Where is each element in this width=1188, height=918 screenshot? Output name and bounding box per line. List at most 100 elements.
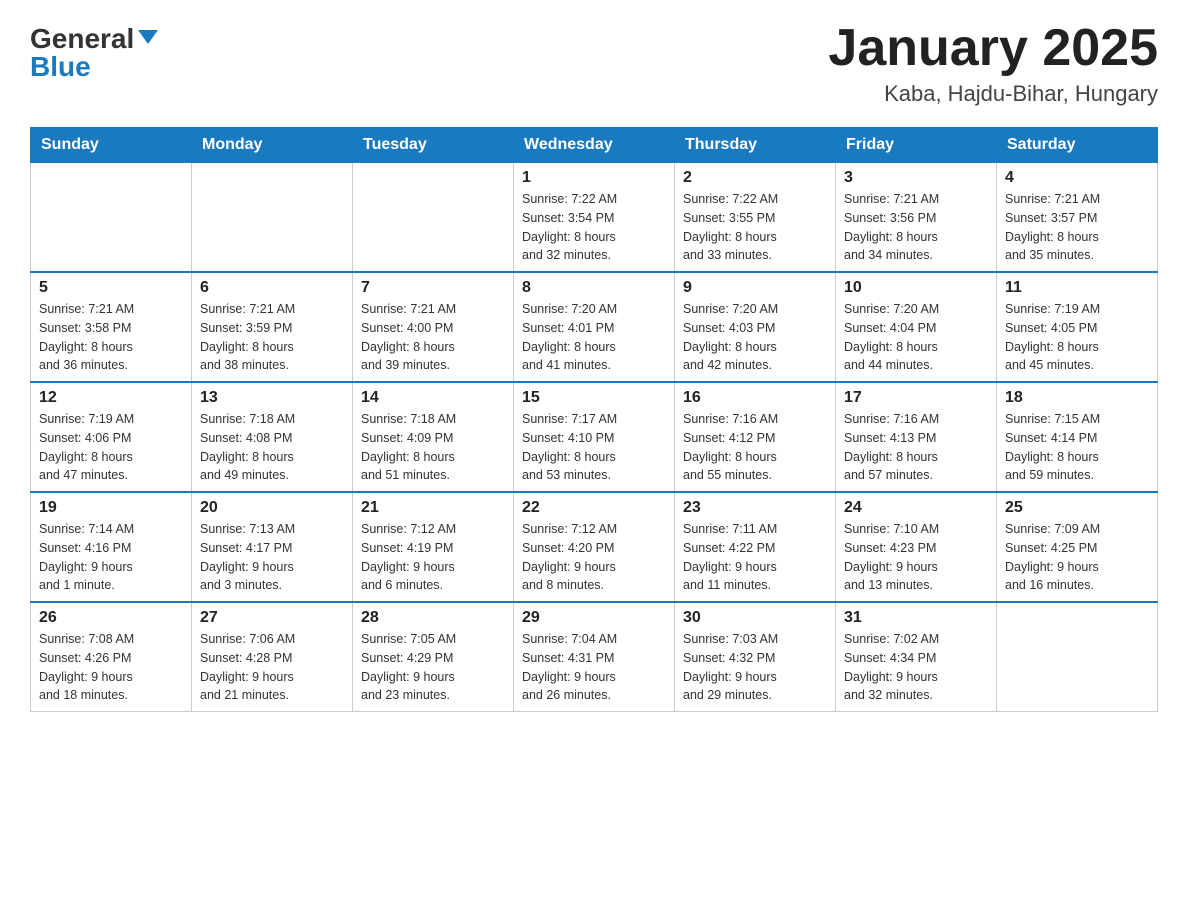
weekday-header-sunday: Sunday: [31, 128, 192, 163]
day-number: 24: [844, 499, 988, 517]
day-info: Sunrise: 7:05 AM Sunset: 4:29 PM Dayligh…: [361, 630, 505, 705]
day-cell-30: 30Sunrise: 7:03 AM Sunset: 4:32 PM Dayli…: [675, 602, 836, 712]
week-row-4: 19Sunrise: 7:14 AM Sunset: 4:16 PM Dayli…: [31, 492, 1158, 602]
day-cell-9: 9 Sunrise: 7:20 AM Sunset: 4:03 PM Daylig…: [675, 272, 836, 382]
day-number: 14: [361, 389, 505, 407]
day-number: 27: [200, 609, 344, 627]
day-info: Sunrise: 7:21 AM Sunset: 3:56 PM Dayligh…: [844, 190, 988, 265]
day-info: Sunrise: 7:10 AM Sunset: 4:23 PM Dayligh…: [844, 520, 988, 595]
day-info: Sunrise: 7:06 AM Sunset: 4:28 PM Dayligh…: [200, 630, 344, 705]
day-cell-31: 31 Sunrise: 7:02 AM Sunset: 4:34 PM Dayli…: [836, 602, 997, 712]
weekday-header-tuesday: Tuesday: [353, 128, 514, 163]
logo-triangle-icon: [138, 30, 158, 44]
day-info: Sunrise: 7:16 AM Sunset: 4:12 PM Dayligh…: [683, 410, 827, 485]
day-info: Sunrise: 7:20 AM Sunset: 4:03 PM Dayligh…: [683, 300, 827, 375]
day-info: Sunrise: 7:22 AM Sunset: 3:55 PM Dayligh…: [683, 190, 827, 265]
weekday-header-wednesday: Wednesday: [514, 128, 675, 163]
logo-general: General: [30, 25, 134, 53]
title-block: January 2025 Kaba, Hajdu-Bihar, Hungary: [828, 20, 1158, 107]
week-row-2: 5 Sunrise: 7:21 AM Sunset: 3:58 PM Daylig…: [31, 272, 1158, 382]
day-number: 20: [200, 499, 344, 517]
day-info: Sunrise: 7:12 AM Sunset: 4:20 PM Dayligh…: [522, 520, 666, 595]
day-number: 21: [361, 499, 505, 517]
day-cell-28: 28 Sunrise: 7:05 AM Sunset: 4:29 PM Dayli…: [353, 602, 514, 712]
day-cell-3: 3 Sunrise: 7:21 AM Sunset: 3:56 PM Daylig…: [836, 163, 997, 273]
day-cell-5: 5 Sunrise: 7:21 AM Sunset: 3:58 PM Daylig…: [31, 272, 192, 382]
day-cell-12: 12 Sunrise: 7:19 AM Sunset: 4:06 PM Dayli…: [31, 382, 192, 492]
day-info: Sunrise: 7:12 AM Sunset: 4:19 PM Dayligh…: [361, 520, 505, 595]
day-cell-24: 24 Sunrise: 7:10 AM Sunset: 4:23 PM Dayli…: [836, 492, 997, 602]
day-number: 22: [522, 499, 666, 517]
day-info: Sunrise: 7:21 AM Sunset: 3:58 PM Dayligh…: [39, 300, 183, 375]
day-number: 11: [1005, 279, 1149, 297]
day-info: Sunrise: 7:02 AM Sunset: 4:34 PM Dayligh…: [844, 630, 988, 705]
day-cell-26: 26Sunrise: 7:08 AM Sunset: 4:26 PM Dayli…: [31, 602, 192, 712]
day-cell-6: 6 Sunrise: 7:21 AM Sunset: 3:59 PM Daylig…: [192, 272, 353, 382]
day-number: 31: [844, 609, 988, 627]
day-number: 25: [1005, 499, 1149, 517]
day-cell-2: 2 Sunrise: 7:22 AM Sunset: 3:55 PM Daylig…: [675, 163, 836, 273]
day-info: Sunrise: 7:21 AM Sunset: 4:00 PM Dayligh…: [361, 300, 505, 375]
day-number: 12: [39, 389, 183, 407]
day-info: Sunrise: 7:22 AM Sunset: 3:54 PM Dayligh…: [522, 190, 666, 265]
week-row-5: 26Sunrise: 7:08 AM Sunset: 4:26 PM Dayli…: [31, 602, 1158, 712]
day-info: Sunrise: 7:08 AM Sunset: 4:26 PM Dayligh…: [39, 630, 183, 705]
day-info: Sunrise: 7:15 AM Sunset: 4:14 PM Dayligh…: [1005, 410, 1149, 485]
day-cell-17: 17 Sunrise: 7:16 AM Sunset: 4:13 PM Dayli…: [836, 382, 997, 492]
day-number: 13: [200, 389, 344, 407]
day-number: 3: [844, 169, 988, 187]
page-header: General Blue January 2025 Kaba, Hajdu-Bi…: [30, 20, 1158, 107]
day-cell-21: 21 Sunrise: 7:12 AM Sunset: 4:19 PM Dayli…: [353, 492, 514, 602]
weekday-header-thursday: Thursday: [675, 128, 836, 163]
week-row-3: 12 Sunrise: 7:19 AM Sunset: 4:06 PM Dayli…: [31, 382, 1158, 492]
day-number: 23: [683, 499, 827, 517]
day-info: Sunrise: 7:11 AM Sunset: 4:22 PM Dayligh…: [683, 520, 827, 595]
day-info: Sunrise: 7:20 AM Sunset: 4:04 PM Dayligh…: [844, 300, 988, 375]
logo: General Blue: [30, 20, 158, 81]
weekday-header-monday: Monday: [192, 128, 353, 163]
day-number: 28: [361, 609, 505, 627]
day-cell-1: 1 Sunrise: 7:22 AM Sunset: 3:54 PM Daylig…: [514, 163, 675, 273]
day-number: 4: [1005, 169, 1149, 187]
day-number: 18: [1005, 389, 1149, 407]
logo-blue: Blue: [30, 53, 91, 81]
day-number: 8: [522, 279, 666, 297]
day-cell-23: 23 Sunrise: 7:11 AM Sunset: 4:22 PM Dayli…: [675, 492, 836, 602]
day-cell-13: 13Sunrise: 7:18 AM Sunset: 4:08 PM Dayli…: [192, 382, 353, 492]
day-cell-15: 15Sunrise: 7:17 AM Sunset: 4:10 PM Dayli…: [514, 382, 675, 492]
day-number: 7: [361, 279, 505, 297]
day-cell-11: 11 Sunrise: 7:19 AM Sunset: 4:05 PM Dayli…: [997, 272, 1158, 382]
day-cell-20: 20Sunrise: 7:13 AM Sunset: 4:17 PM Dayli…: [192, 492, 353, 602]
calendar-title: January 2025: [828, 20, 1158, 77]
day-number: 9: [683, 279, 827, 297]
day-cell-16: 16Sunrise: 7:16 AM Sunset: 4:12 PM Dayli…: [675, 382, 836, 492]
day-number: 6: [200, 279, 344, 297]
empty-cell: [192, 163, 353, 273]
calendar-table: SundayMondayTuesdayWednesdayThursdayFrid…: [30, 127, 1158, 712]
day-number: 5: [39, 279, 183, 297]
day-cell-27: 27 Sunrise: 7:06 AM Sunset: 4:28 PM Dayli…: [192, 602, 353, 712]
day-cell-14: 14Sunrise: 7:18 AM Sunset: 4:09 PM Dayli…: [353, 382, 514, 492]
week-row-1: 1 Sunrise: 7:22 AM Sunset: 3:54 PM Daylig…: [31, 163, 1158, 273]
day-cell-8: 8Sunrise: 7:20 AM Sunset: 4:01 PM Daylig…: [514, 272, 675, 382]
empty-cell: [31, 163, 192, 273]
day-info: Sunrise: 7:17 AM Sunset: 4:10 PM Dayligh…: [522, 410, 666, 485]
day-number: 17: [844, 389, 988, 407]
day-info: Sunrise: 7:21 AM Sunset: 3:59 PM Dayligh…: [200, 300, 344, 375]
day-number: 1: [522, 169, 666, 187]
day-number: 19: [39, 499, 183, 517]
day-cell-29: 29Sunrise: 7:04 AM Sunset: 4:31 PM Dayli…: [514, 602, 675, 712]
day-cell-25: 25 Sunrise: 7:09 AM Sunset: 4:25 PM Dayli…: [997, 492, 1158, 602]
weekday-header-friday: Friday: [836, 128, 997, 163]
day-info: Sunrise: 7:19 AM Sunset: 4:06 PM Dayligh…: [39, 410, 183, 485]
day-info: Sunrise: 7:16 AM Sunset: 4:13 PM Dayligh…: [844, 410, 988, 485]
day-cell-4: 4Sunrise: 7:21 AM Sunset: 3:57 PM Daylig…: [997, 163, 1158, 273]
day-number: 2: [683, 169, 827, 187]
empty-cell: [997, 602, 1158, 712]
day-cell-19: 19Sunrise: 7:14 AM Sunset: 4:16 PM Dayli…: [31, 492, 192, 602]
day-number: 30: [683, 609, 827, 627]
day-cell-18: 18 Sunrise: 7:15 AM Sunset: 4:14 PM Dayli…: [997, 382, 1158, 492]
day-info: Sunrise: 7:09 AM Sunset: 4:25 PM Dayligh…: [1005, 520, 1149, 595]
day-info: Sunrise: 7:04 AM Sunset: 4:31 PM Dayligh…: [522, 630, 666, 705]
day-info: Sunrise: 7:19 AM Sunset: 4:05 PM Dayligh…: [1005, 300, 1149, 375]
